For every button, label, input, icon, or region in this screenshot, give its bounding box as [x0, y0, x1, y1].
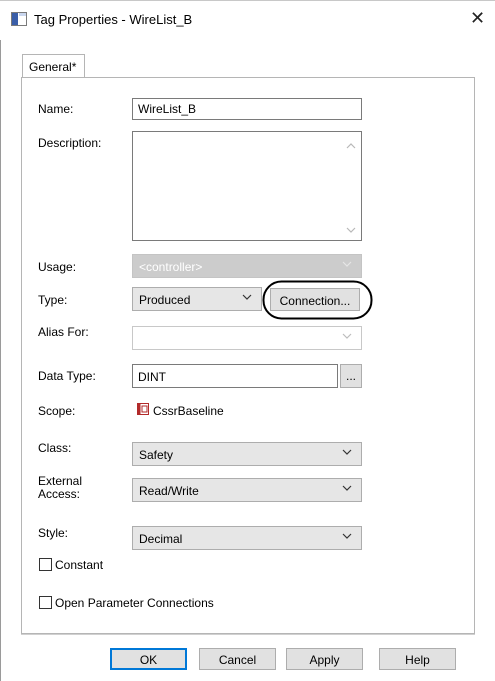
class-value: Safety	[139, 448, 174, 462]
style-label: Style:	[38, 526, 69, 540]
constant-label: Constant	[55, 558, 104, 572]
apply-button[interactable]: Apply	[286, 648, 363, 670]
panel-bottom	[21, 634, 475, 635]
scroll-up-icon[interactable]	[346, 142, 356, 150]
scope-value: CssrBaseline	[153, 404, 224, 418]
chevron-down-icon	[342, 485, 352, 491]
description-textarea[interactable]	[132, 131, 362, 241]
help-button[interactable]: Help	[379, 648, 456, 670]
open-param-label: Open Parameter Connections	[55, 596, 214, 610]
type-label: Type:	[38, 293, 68, 307]
usage-label: Usage:	[38, 260, 77, 274]
controller-icon	[137, 403, 149, 415]
external-access-label-line2: Access:	[38, 487, 81, 501]
app-icon	[11, 12, 27, 26]
highlight-circle	[262, 280, 373, 320]
cancel-button[interactable]: Cancel	[199, 648, 276, 670]
constant-checkbox[interactable]	[39, 558, 52, 571]
name-label: Name:	[38, 102, 74, 116]
ok-button[interactable]: OK	[110, 648, 187, 670]
external-access-select[interactable]: Read/Write	[132, 478, 362, 502]
tab-general[interactable]: General*	[22, 54, 85, 78]
external-access-label: External Access:	[38, 475, 82, 501]
scope-label: Scope:	[38, 404, 76, 418]
name-input[interactable]: WireList_B	[132, 98, 362, 120]
chevron-down-icon	[342, 449, 352, 455]
alias-for-select	[132, 326, 362, 350]
external-access-value: Read/Write	[139, 484, 199, 498]
browse-button[interactable]: ...	[340, 364, 362, 388]
alias-for-label: Alias For:	[38, 325, 89, 339]
usage-select: <controller>	[132, 254, 362, 278]
class-label: Class:	[38, 441, 72, 455]
data-type-label: Data Type:	[38, 369, 96, 383]
chevron-down-icon	[342, 261, 352, 267]
description-label: Description:	[38, 136, 102, 150]
chevron-down-icon	[342, 333, 352, 339]
style-select[interactable]: Decimal	[132, 526, 362, 550]
type-value: Produced	[139, 293, 191, 307]
class-select[interactable]: Safety	[132, 442, 362, 466]
usage-value: <controller>	[139, 260, 203, 274]
window-border	[0, 0, 1, 681]
close-icon[interactable]: ✕	[470, 9, 485, 27]
chevron-down-icon	[242, 294, 252, 300]
window-title: Tag Properties - WireList_B	[34, 12, 193, 27]
type-select[interactable]: Produced	[132, 287, 262, 311]
scroll-down-icon[interactable]	[346, 226, 356, 234]
chevron-down-icon	[342, 533, 352, 539]
data-type-input[interactable]: DINT	[132, 364, 338, 388]
open-param-checkbox[interactable]	[39, 596, 52, 609]
style-value: Decimal	[139, 532, 183, 546]
